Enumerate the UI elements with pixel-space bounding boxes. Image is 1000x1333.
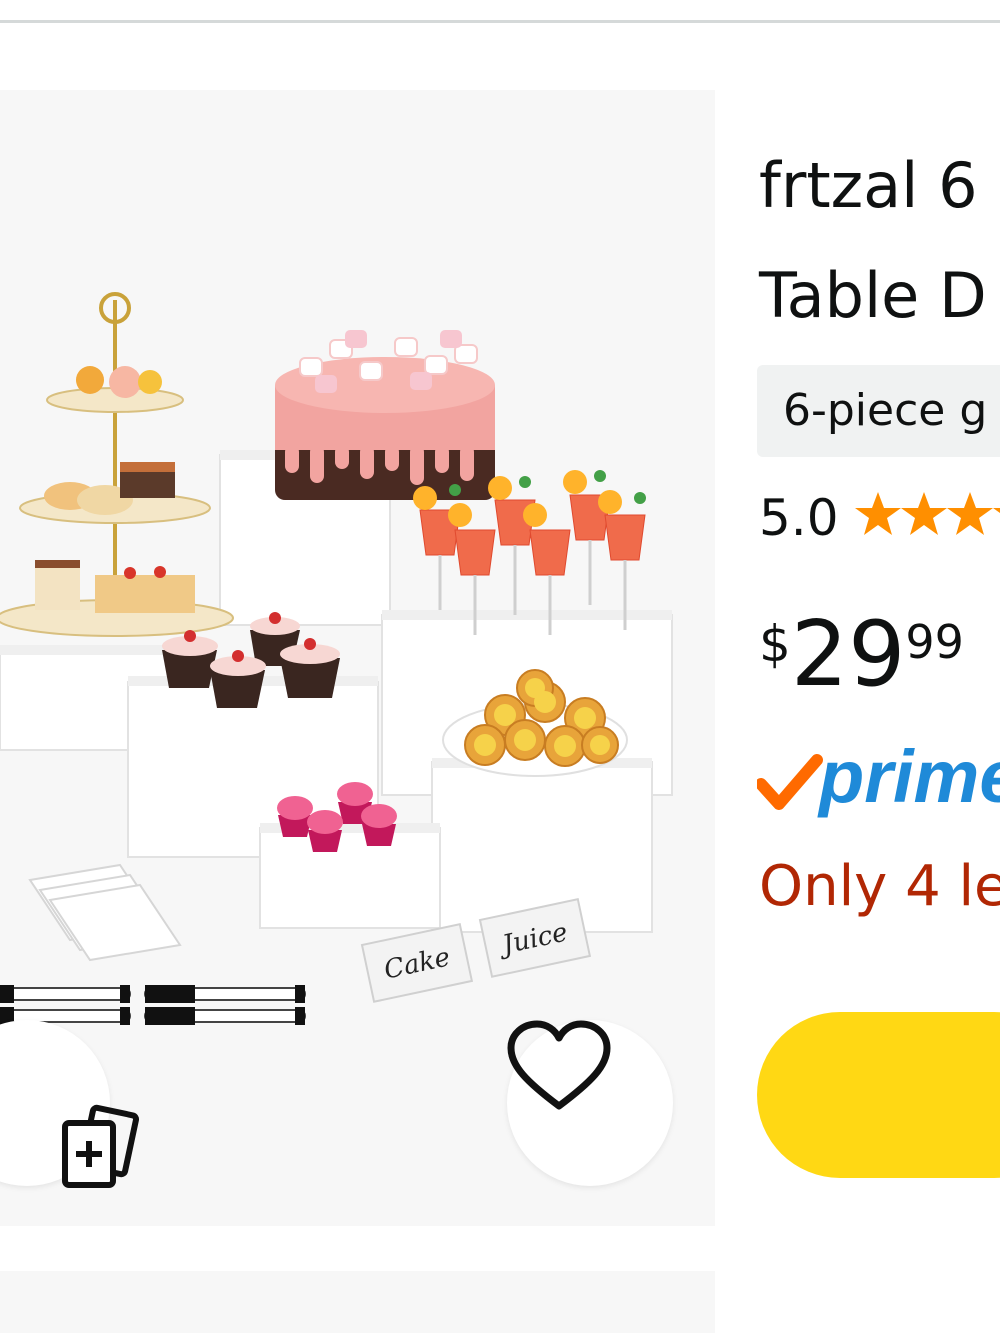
star-icon: [900, 492, 947, 535]
cake: [275, 330, 495, 500]
blank-tent-cards: [28, 863, 182, 962]
star-icon: [854, 492, 901, 535]
prime-badge: prime: [755, 735, 1000, 834]
product-title-line-2[interactable]: Table D: [759, 260, 987, 332]
product-info[interactable]: frtzal 6 Table D 6-piece g 5.0 $2999 pri…: [715, 90, 1000, 1226]
price: $2999: [759, 605, 964, 705]
spacer-bottom: [0, 1226, 1000, 1271]
star-rating: [854, 490, 1000, 546]
star-icon: [992, 508, 1000, 514]
price-fraction: 99: [905, 615, 964, 669]
star-icon: [946, 492, 993, 535]
variant-label: 6-piece g: [783, 385, 988, 436]
next-product-image[interactable]: [0, 1271, 715, 1333]
rating-value: 5.0: [759, 489, 839, 547]
product-image[interactable]: Cake Juice: [0, 90, 715, 1226]
variant-chip[interactable]: 6-piece g: [757, 365, 1000, 457]
stock-status: Only 4 le: [759, 854, 1000, 919]
status-area: [0, 0, 1000, 22]
tiered-stand: [0, 292, 234, 637]
spacer: [0, 23, 1000, 91]
prime-check-icon: [755, 754, 823, 810]
product-title-line-1[interactable]: frtzal 6: [759, 150, 978, 222]
add-to-cart-button[interactable]: [757, 1012, 1000, 1178]
price-whole: 29: [790, 602, 906, 707]
tent-card-cake: Cake: [360, 923, 474, 1003]
rating-row[interactable]: 5.0: [759, 488, 1000, 548]
wishlist-button[interactable]: [507, 1020, 673, 1186]
markers: [0, 985, 306, 1025]
next-product-info[interactable]: [715, 1271, 1000, 1333]
product-card[interactable]: Cake Juice frtzal 6 Table D 6-piece g 5.…: [0, 90, 1000, 1226]
price-currency: $: [759, 615, 791, 673]
prime-label: prime: [817, 740, 1000, 818]
